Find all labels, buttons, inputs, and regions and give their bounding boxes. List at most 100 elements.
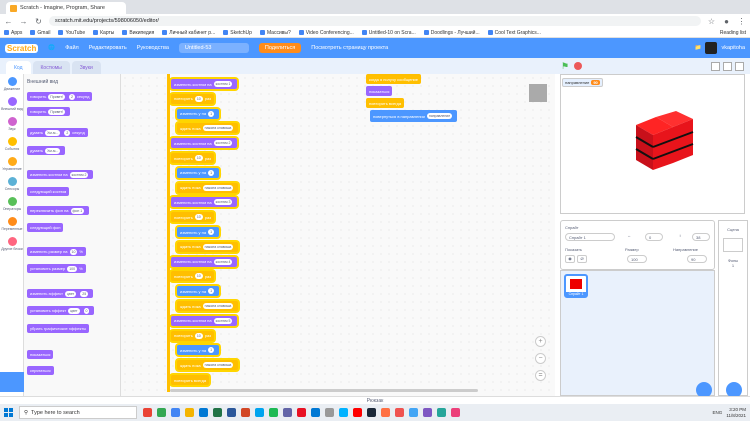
windows-start-icon[interactable] <box>4 408 13 417</box>
menu-icon[interactable]: ⋮ <box>737 17 746 26</box>
sprite-name-input[interactable]: Спрайт 1 <box>565 233 615 241</box>
zoom-reset-icon[interactable]: = <box>535 370 546 381</box>
block-input[interactable]: 100 <box>67 265 78 272</box>
stage-canvas[interactable] <box>560 74 745 214</box>
taskbar-app-icon[interactable] <box>325 408 334 417</box>
palette-block[interactable]: говорить Привет! 2 секунд <box>27 92 93 101</box>
taskbar-app-icon[interactable] <box>143 408 152 417</box>
palette-block[interactable]: следующий фон <box>27 223 64 232</box>
category-7[interactable]: Операторы <box>0 194 24 214</box>
block-input[interactable]: 2 <box>68 93 75 100</box>
taskbar-app-icon[interactable] <box>395 408 404 417</box>
taskbar-app-icon[interactable] <box>423 408 432 417</box>
taskbar-app-icon[interactable] <box>381 408 390 417</box>
show-visible-icon[interactable]: ◉ <box>565 255 575 263</box>
block-input[interactable]: 10 <box>69 248 78 255</box>
block-input[interactable]: костюм 2 <box>69 171 89 178</box>
taskbar-app-icon[interactable] <box>451 408 460 417</box>
url-input[interactable]: scratch.mit.edu/projects/598006050/edito… <box>49 16 701 26</box>
palette-block[interactable]: следующий костюм <box>27 187 70 196</box>
taskbar-app-icon[interactable] <box>227 408 236 417</box>
bookmark-item[interactable]: Apps <box>4 30 22 36</box>
block-input[interactable]: 2 <box>64 129 71 136</box>
block-input[interactable]: направление <box>426 113 453 119</box>
globe-icon[interactable]: 🌐 <box>48 45 55 51</box>
edit-menu[interactable]: Редактировать <box>89 45 127 51</box>
palette-block[interactable]: думать Хм-м... <box>27 146 66 155</box>
block-input[interactable]: цвет <box>65 290 77 297</box>
block-input[interactable]: Хм-м... <box>45 129 61 136</box>
block-input[interactable]: Хм-м... <box>45 147 61 154</box>
block-input[interactable]: 0 <box>83 307 90 314</box>
palette-block[interactable]: думать Хм-м... 2 секунд <box>27 128 88 137</box>
category-3[interactable]: Звук <box>0 114 24 134</box>
script-block[interactable]: показаться <box>366 86 393 96</box>
account-menu[interactable]: 📁 vkapitoha <box>695 42 745 54</box>
add-extension-button[interactable] <box>0 372 24 392</box>
folder-icon[interactable]: 📁 <box>695 45 702 51</box>
bookmark-item[interactable]: Doodlings - Лучший... <box>423 30 480 36</box>
bookmark-item[interactable]: Личный кабинет р... <box>162 30 215 36</box>
browser-tab[interactable]: Scratch - Imagine, Program, Share <box>6 2 126 14</box>
palette-block[interactable]: изменить костюм на костюм 2 <box>27 170 94 179</box>
category-6[interactable]: Сенсоры <box>0 174 24 194</box>
taskbar-app-icon[interactable] <box>255 408 264 417</box>
large-stage-icon[interactable] <box>723 61 732 71</box>
taskbar-app-icon[interactable] <box>311 408 320 417</box>
taskbar-app-icon[interactable] <box>213 408 222 417</box>
direction-input[interactable]: 90 <box>687 255 707 263</box>
palette-block[interactable]: изменить размер на 10% <box>27 247 86 256</box>
script-block[interactable]: когда я получу сообщение <box>366 74 422 84</box>
palette-block[interactable]: переключить фон на фон 1 <box>27 206 90 215</box>
palette-block[interactable]: установить эффект цвет 0 <box>27 306 95 315</box>
size-input[interactable]: 100 <box>627 255 647 263</box>
profile-icon[interactable]: ● <box>722 17 731 26</box>
bookmark-item[interactable]: SketchUp <box>223 30 252 36</box>
taskbar-app-icon[interactable] <box>353 408 362 417</box>
taskbar-app-icon[interactable] <box>339 408 348 417</box>
palette-block[interactable]: изменить эффект цвет 25 <box>27 289 94 298</box>
palette-block[interactable]: спрятаться <box>27 366 54 375</box>
taskbar-app-icon[interactable] <box>185 408 194 417</box>
back-icon[interactable]: ← <box>4 17 13 26</box>
project-title-input[interactable]: Untitled-53 <box>178 43 249 53</box>
block-input[interactable]: цвет <box>68 307 80 314</box>
bookmark-item[interactable]: YouTube <box>58 30 85 36</box>
taskbar-app-icon[interactable] <box>157 408 166 417</box>
category-9[interactable]: Другие блоки <box>0 234 24 254</box>
tab-costumes[interactable]: Костюмы <box>32 61 70 74</box>
category-2[interactable]: Внешний вид <box>0 94 24 114</box>
taskbar-app-icon[interactable] <box>241 408 250 417</box>
stop-icon[interactable] <box>574 62 583 70</box>
taskbar-app-icon[interactable] <box>437 408 446 417</box>
sprite-thumbnail[interactable]: Спрайт 1 <box>564 274 588 298</box>
category-8[interactable]: Переменные <box>0 214 24 234</box>
fullscreen-icon[interactable] <box>735 61 744 71</box>
palette-block[interactable]: убрать графические эффекты <box>27 324 90 333</box>
category-4[interactable]: События <box>0 134 24 154</box>
language-indicator[interactable]: ENG <box>713 410 723 415</box>
tab-code[interactable]: Код <box>6 61 31 74</box>
taskbar-app-icon[interactable] <box>409 408 418 417</box>
scratch-logo[interactable]: Scratch <box>5 43 39 53</box>
palette-block[interactable]: показаться <box>27 350 54 359</box>
bookmark-item[interactable]: Video Conferencing... <box>298 30 354 36</box>
horizontal-scrollbar[interactable] <box>170 389 478 392</box>
palette-block[interactable]: говорить Привет! <box>27 107 70 116</box>
tab-sounds[interactable]: Звуки <box>71 61 101 74</box>
clock[interactable]: 3:20 PM 11/8/2021 <box>726 407 746 419</box>
block-input[interactable]: фон 1 <box>70 207 85 214</box>
bookmark-item[interactable]: Cool Text Graphics... <box>487 30 541 36</box>
x-input[interactable]: 0 <box>645 233 663 241</box>
category-1[interactable]: Движение <box>0 74 24 94</box>
block-input[interactable]: Привет! <box>48 93 65 100</box>
hide-icon[interactable]: Ø <box>577 255 587 263</box>
y-input[interactable]: 38 <box>692 233 710 241</box>
bookmark-item[interactable]: Википедия <box>122 30 154 36</box>
forward-icon[interactable]: → <box>19 17 28 26</box>
palette-block[interactable]: установить размер 100% <box>27 264 86 273</box>
script-block[interactable]: повторить всегда <box>366 98 405 108</box>
taskbar-search-input[interactable]: ⚲ Type here to search <box>19 406 137 419</box>
file-menu[interactable]: Файл <box>65 45 79 51</box>
zoom-out-icon[interactable]: − <box>535 353 546 364</box>
